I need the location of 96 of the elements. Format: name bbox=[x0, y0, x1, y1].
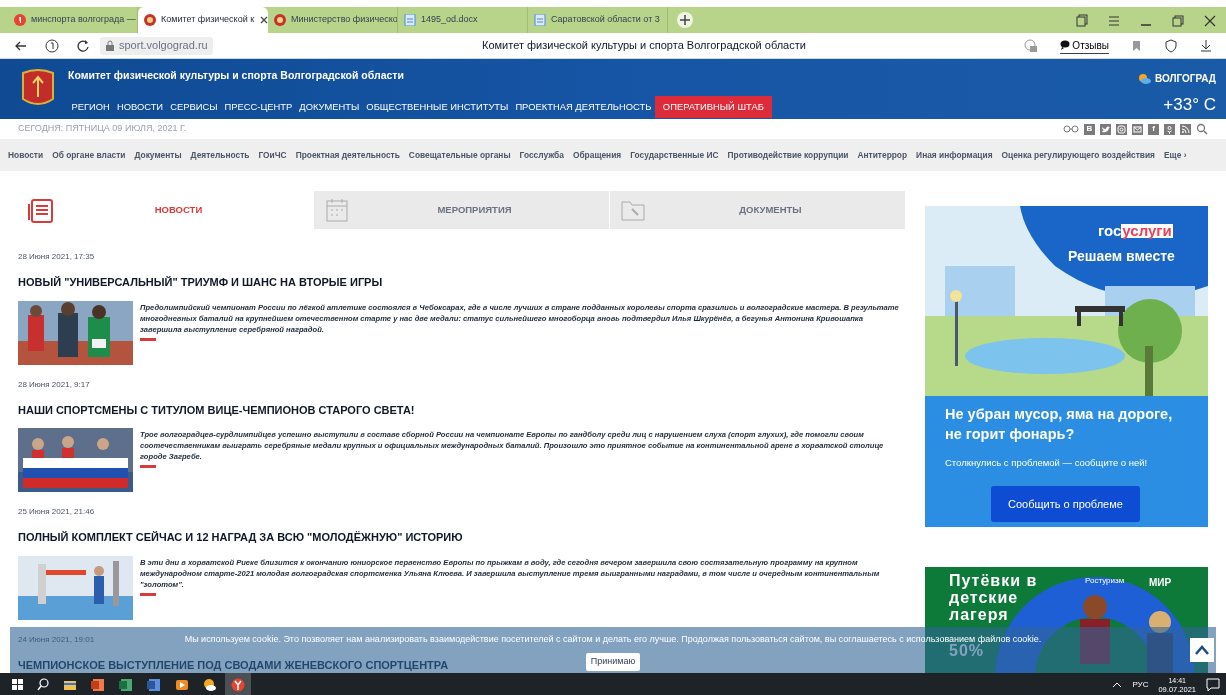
partner-name: Ростуризм bbox=[1085, 574, 1125, 587]
nav-link[interactable]: Оценка регулирующего воздействия bbox=[1001, 148, 1155, 162]
close-icon[interactable] bbox=[259, 15, 268, 25]
cookie-text: Мы используем cookie. Это позволяет нам анализировать взаимодействие посетителей с сайтом и делать его лучше. Продолжая пользоваться сайтом, вы соглашаетесь с использованием файлов cookie. bbox=[184, 633, 1042, 645]
translate-icon[interactable] bbox=[1024, 38, 1039, 53]
yandex-browser-icon[interactable] bbox=[231, 677, 245, 692]
nav-link[interactable]: Деятельность bbox=[190, 148, 250, 162]
city-name: ВОЛГОГРАД bbox=[1155, 72, 1216, 86]
shield-icon[interactable] bbox=[1164, 38, 1178, 53]
ok-icon[interactable] bbox=[1164, 123, 1175, 135]
download-icon[interactable] bbox=[1200, 39, 1212, 52]
document-icon bbox=[534, 14, 546, 26]
nav-link[interactable]: Госслужба bbox=[519, 148, 564, 162]
word-icon[interactable] bbox=[147, 677, 161, 692]
yandex-icon bbox=[14, 14, 26, 26]
caret-icon bbox=[1195, 645, 1209, 655]
site-title: Комитет физической культуры и спорта Волгоградской области bbox=[68, 68, 405, 83]
weather-icon bbox=[1138, 73, 1151, 84]
social-link[interactable]: f bbox=[1148, 123, 1159, 135]
banner-heading: Путёвки в детские лагеря bbox=[949, 571, 1039, 623]
report-button[interactable]: Сообщить о проблеме bbox=[991, 486, 1140, 523]
nav-link[interactable]: ОБЩЕСТВЕННЫЕ ИНСТИТУТЫ bbox=[362, 95, 512, 118]
nav-link[interactable]: Совещательные органы bbox=[408, 148, 511, 162]
caret-icon[interactable] bbox=[1112, 680, 1123, 689]
content-tab[interactable]: ДОКУМЕНТЫ bbox=[610, 191, 906, 229]
nav-link[interactable]: РЕГИОН bbox=[68, 95, 114, 118]
twitter-icon[interactable] bbox=[1100, 123, 1111, 135]
language-indicator[interactable]: РУС bbox=[1132, 678, 1149, 691]
emblem-icon bbox=[144, 14, 156, 26]
nav-link[interactable]: Противодействие коррупции bbox=[727, 148, 849, 162]
document-icon bbox=[404, 14, 416, 26]
gosuslugi-banner[interactable]: госуслуги Решаем вместе Не убран мусор, яма на дороге, не горит фонарь? Столкнулись с проблемой — сообщите о ней! Сообщить о проблеме bbox=[925, 206, 1208, 527]
lock-icon bbox=[105, 39, 115, 52]
scroll-top-button[interactable] bbox=[1190, 638, 1214, 662]
search-icon[interactable] bbox=[37, 678, 49, 691]
yandex-icon[interactable] bbox=[45, 38, 59, 53]
mail-icon[interactable] bbox=[1132, 123, 1143, 135]
nav-link[interactable]: Еще › bbox=[1164, 148, 1187, 162]
news-date: 28 Июня 2021, 17:35 bbox=[18, 251, 95, 263]
nav-link[interactable]: ГОиЧС bbox=[258, 148, 287, 162]
emblem-icon bbox=[274, 14, 286, 26]
nav-link[interactable]: Новости bbox=[8, 148, 44, 162]
news-title[interactable]: НАШИ СПОРТСМЕНЫ С ТИТУЛОМ ВИЦЕ-ЧЕМПИОНОВ СТАРОГО СВЕТА! bbox=[18, 401, 415, 418]
excel-icon[interactable] bbox=[119, 677, 133, 692]
windows-icon[interactable] bbox=[12, 679, 23, 690]
instagram-icon[interactable] bbox=[1116, 123, 1127, 135]
banner-text: Столкнулись с проблемой — сообщите о ней! bbox=[945, 456, 1149, 470]
rss-icon[interactable] bbox=[1180, 123, 1191, 135]
browser-tab[interactable]: Комитет физической к bbox=[138, 7, 268, 33]
news-title[interactable]: НОВЫЙ "УНИВЕРСАЛЬНЫЙ" ТРИУМФ И ШАНС НА ВТОРЫЕ ИГРЫ bbox=[18, 274, 383, 291]
page-title: Комитет физической культуры и спорта Волгоградской области bbox=[482, 38, 806, 54]
new-tab-icon[interactable] bbox=[676, 11, 694, 29]
powerpoint-icon[interactable] bbox=[91, 677, 105, 692]
nav-link[interactable]: ДОКУМЕНТЫ bbox=[295, 95, 363, 118]
bookmark-icon[interactable] bbox=[1131, 39, 1142, 52]
news-date: 28 Июня 2021, 9:17 bbox=[18, 378, 90, 391]
content-tab[interactable]: МЕРОПРИЯТИЯ bbox=[314, 191, 610, 229]
news-date: 25 Июня 2021, 21:46 bbox=[18, 506, 95, 518]
nav-link[interactable]: Иная информация bbox=[916, 148, 993, 162]
newspaper-icon bbox=[28, 197, 54, 223]
content-tab[interactable]: НОВОСТИ bbox=[18, 191, 314, 229]
tagline: Решаем вместе bbox=[1068, 247, 1175, 266]
calendar-icon bbox=[324, 197, 350, 223]
brand-name: МИР bbox=[1149, 575, 1172, 590]
nav-link[interactable]: Документы bbox=[134, 148, 182, 162]
reload-icon[interactable] bbox=[77, 39, 90, 52]
news-date: 24 Июня 2021, 19:01 bbox=[18, 633, 95, 646]
date-text: СЕГОДНЯ: ПЯТНИЦА 09 ИЮЛЯ, 2021 Г. bbox=[18, 122, 187, 136]
nav-link[interactable]: НОВОСТИ bbox=[113, 95, 167, 118]
nav-link[interactable]: Обращения bbox=[572, 148, 622, 162]
address-field[interactable]: sport.volgograd.ru bbox=[100, 36, 213, 55]
temperature: +33° C bbox=[1163, 94, 1216, 116]
media-player-icon[interactable] bbox=[175, 677, 189, 692]
nav-link[interactable]: ПРЕСС-ЦЕНТР bbox=[220, 95, 296, 118]
feedback-link[interactable]: Отзывы bbox=[1060, 37, 1109, 54]
nav-link[interactable]: Об органе власти bbox=[52, 148, 126, 162]
weather-icon[interactable] bbox=[203, 677, 217, 692]
social-link[interactable]: В bbox=[1084, 123, 1095, 135]
restore-icon[interactable] bbox=[1172, 14, 1184, 27]
chat-icon bbox=[1060, 40, 1071, 50]
nav-link[interactable]: ОПЕРАТИВНЫЙ ШТАБ bbox=[654, 95, 772, 118]
nav-link[interactable]: Проектная деятельность bbox=[295, 148, 400, 162]
accept-button[interactable]: Принимаю bbox=[585, 652, 641, 671]
nav-link[interactable]: ПРОЕКТНАЯ ДЕЯТЕЛЬНОСТЬ bbox=[511, 95, 655, 118]
notification-icon[interactable] bbox=[1206, 677, 1220, 692]
nav-link[interactable]: Антитеррор bbox=[857, 148, 908, 162]
nav-link[interactable]: Государственные ИС bbox=[630, 148, 719, 162]
back-icon[interactable] bbox=[14, 39, 27, 52]
close-icon[interactable] bbox=[1204, 14, 1216, 27]
glasses-icon[interactable] bbox=[1063, 124, 1079, 134]
banner-heading: Не убран мусор, яма на дороге, не горит фонарь? bbox=[945, 405, 1174, 444]
collections-icon[interactable] bbox=[1076, 14, 1088, 27]
gosuslugi-logo: госуслуги bbox=[1097, 223, 1174, 239]
news-title[interactable]: ЧЕМПИОНСКОЕ ВЫСТУПЛЕНИЕ ПОД СВОДАМИ ЖЕНЕВСКОГО СПОРТЦЕНТРА bbox=[18, 656, 449, 673]
nav-link[interactable]: СЕРВИСЫ bbox=[166, 95, 221, 118]
news-title[interactable]: ПОЛНЫЙ КОМПЛЕКТ СЕЙЧАС И 12 НАГРАД ЗА ВСЮ "МОЛОДЁЖНУЮ" ИСТОРИЮ bbox=[18, 529, 463, 546]
